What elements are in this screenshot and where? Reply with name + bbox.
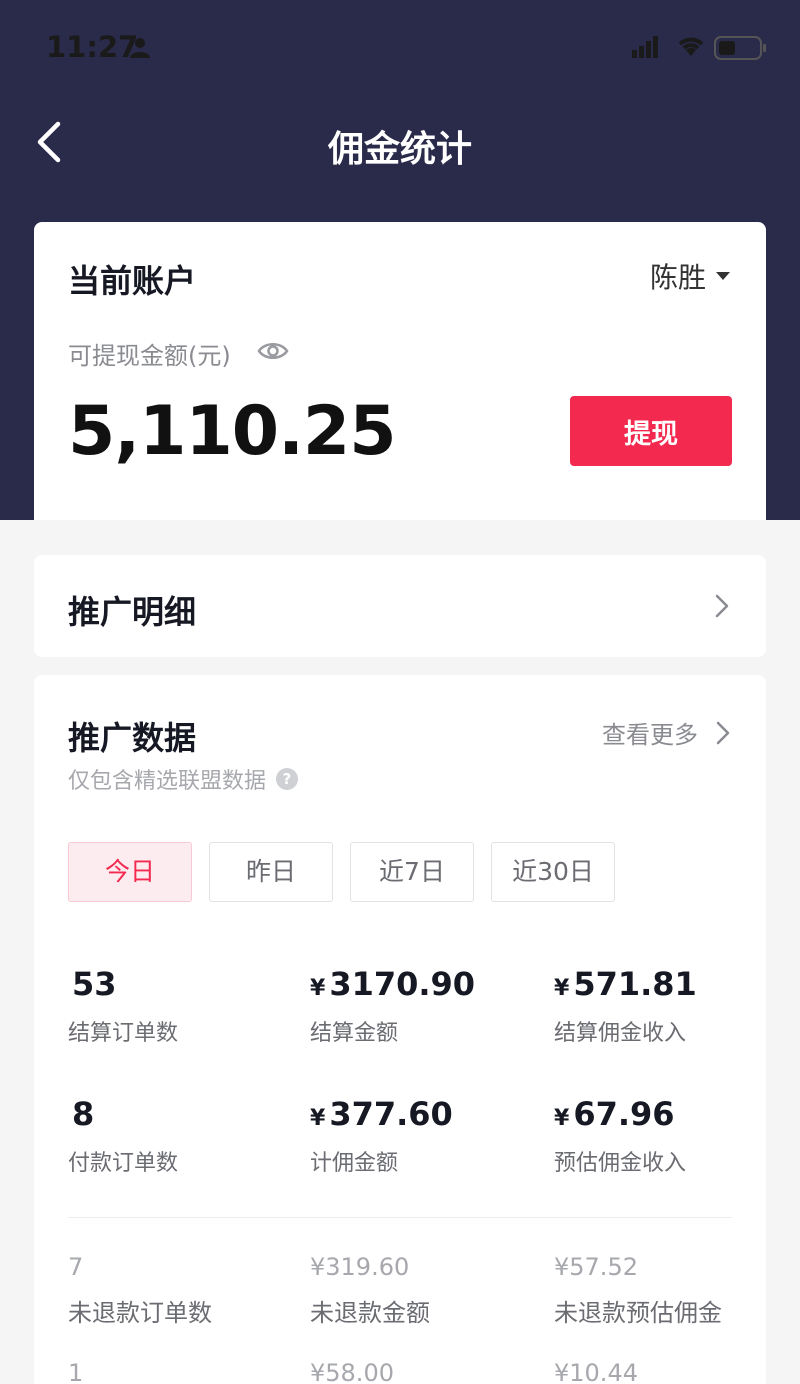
stat-unrefunded-amount: ¥319.60 未退款金额 (310, 1253, 430, 1328)
balance-amount: 5,110.25 (68, 392, 397, 471)
stat-caption: 计佣金额 (310, 1151, 399, 1176)
stat-commissionable-amount: ¥377.60 计佣金额 (310, 1095, 453, 1176)
stat-caption: 预估佣金收入 (554, 1151, 687, 1176)
stat-estimated-commission: ¥67.96 预估佣金收入 (554, 1095, 687, 1176)
stat-unrefunded-orders: 7 未退款订单数 (68, 1253, 212, 1328)
stat-caption: 付款订单数 (68, 1151, 179, 1176)
stat-value: ¥57.52 (554, 1253, 638, 1281)
stat-row-partial: 1 (68, 1359, 83, 1384)
stat-unrefunded-commission: ¥57.52 未退款预估佣金 (554, 1253, 722, 1328)
promotion-data-card: 推广数据 查看更多 仅包含精选联盟数据 ? 今日 昨日 近7日 近30日 53 … (34, 675, 766, 1384)
stat-value: 53 (72, 965, 117, 1003)
stat-value: 1 (68, 1359, 84, 1384)
stat-value: 8 (72, 1095, 95, 1133)
account-label: 当前账户 (68, 262, 197, 300)
stat-row-partial: ¥58.00 (310, 1359, 394, 1384)
stat-value: ¥10.44 (554, 1359, 638, 1384)
stat-value: ¥319.60 (310, 1253, 410, 1281)
divider (68, 1217, 732, 1218)
stat-row-partial: ¥10.44 (554, 1359, 638, 1384)
stat-value: 3170.90 (329, 965, 476, 1003)
help-question-icon[interactable]: ? (276, 768, 299, 790)
account-switcher[interactable]: 陈胜 (650, 256, 730, 296)
data-scope-note: 仅包含精选联盟数据 ? (68, 763, 299, 795)
promotion-detail-row[interactable]: 推广明细 (34, 555, 766, 657)
account-name: 陈胜 (649, 261, 706, 294)
view-more-link[interactable]: 查看更多 (602, 715, 730, 750)
account-card: 当前账户 陈胜 可提现金额(元) 5,110.25 提现 (34, 222, 766, 520)
stat-value: 67.96 (573, 1095, 675, 1133)
stat-caption: 结算订单数 (68, 1021, 179, 1046)
balance-label-row: 可提现金额(元) (68, 336, 289, 371)
stat-value: 571.81 (573, 965, 697, 1003)
stat-value: 377.60 (329, 1095, 453, 1133)
person-icon (128, 36, 152, 64)
withdraw-button[interactable]: 提现 (570, 396, 732, 466)
navigation-bar: 佣金统计 (0, 100, 800, 184)
stat-value: 7 (68, 1253, 84, 1281)
chevron-right-icon (716, 721, 730, 744)
stat-settled-orders: 53 结算订单数 (68, 965, 178, 1047)
promotion-data-title: 推广数据 (68, 719, 197, 757)
stat-caption: 结算佣金收入 (554, 1021, 687, 1046)
stat-caption: 未退款预估佣金 (554, 1299, 722, 1327)
wifi-icon (676, 34, 706, 62)
stat-paid-orders: 8 付款订单数 (68, 1095, 178, 1177)
tab-today[interactable]: 今日 (68, 842, 192, 902)
battery-icon (714, 36, 768, 64)
page-title: 佣金统计 (327, 129, 472, 170)
eye-icon[interactable] (257, 340, 289, 368)
balance-label: 可提现金额(元) (68, 342, 231, 370)
cellular-signal-icon (632, 36, 660, 62)
stat-caption: 未退款订单数 (68, 1299, 212, 1327)
stat-caption: 未退款金额 (310, 1299, 430, 1327)
tab-last-30-days[interactable]: 近30日 (491, 842, 615, 902)
status-bar: 11:27 (0, 0, 800, 96)
stat-caption: 结算金额 (310, 1021, 399, 1046)
status-time: 11:27 (46, 30, 139, 64)
tab-yesterday[interactable]: 昨日 (209, 842, 333, 902)
promotion-detail-label: 推广明细 (68, 593, 197, 631)
stat-settled-commission: ¥571.81 结算佣金收入 (554, 965, 697, 1046)
tab-last-7-days[interactable]: 近7日 (350, 842, 474, 902)
stat-value: ¥58.00 (310, 1359, 394, 1384)
date-range-tabs: 今日 昨日 近7日 近30日 (68, 842, 615, 902)
stat-settled-amount: ¥3170.90 结算金额 (310, 965, 476, 1046)
view-more-label: 查看更多 (602, 721, 698, 749)
chevron-right-icon (714, 593, 730, 623)
data-scope-note-text: 仅包含精选联盟数据 (68, 769, 267, 794)
caret-down-icon (716, 272, 730, 280)
